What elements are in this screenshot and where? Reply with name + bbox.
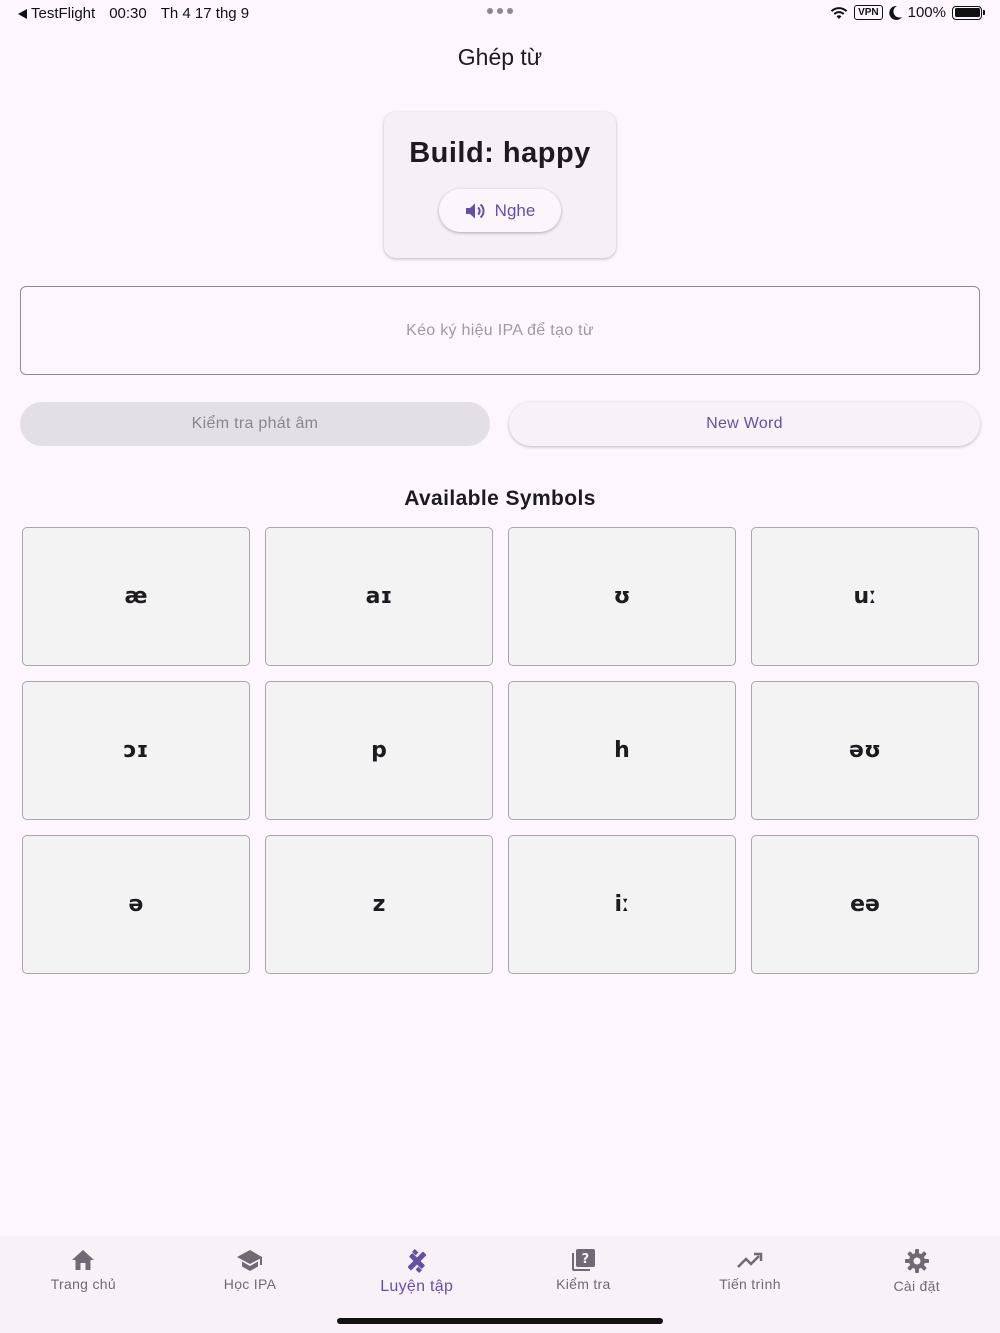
back-to-app-link[interactable]: TestFlight <box>18 5 95 22</box>
nav-item-label: Tiến trình <box>719 1276 781 1292</box>
symbols-grid: æ aɪ ʊ uː ɔɪ p h əʊ ə z iː eə <box>22 527 979 974</box>
battery-percent: 100% <box>907 4 946 21</box>
symbol-tile[interactable]: h <box>508 681 736 820</box>
nav-item-home[interactable]: Trang chủ <box>0 1236 167 1333</box>
fitness-icon <box>407 1248 426 1274</box>
symbol-tile[interactable]: ə <box>22 835 250 974</box>
symbol-tile[interactable]: ʊ <box>508 527 736 666</box>
new-word-label: New Word <box>706 415 783 432</box>
wifi-icon <box>830 6 848 19</box>
symbol-tile[interactable]: p <box>265 681 493 820</box>
nav-item-label: Kiểm tra <box>556 1276 611 1292</box>
volume-icon <box>465 203 485 218</box>
page-title: Ghép từ <box>457 44 543 70</box>
trending-up-icon <box>737 1252 763 1268</box>
target-word-title: Build: happy <box>409 137 591 169</box>
moon-icon <box>888 5 902 20</box>
home-icon <box>72 1250 95 1270</box>
symbol-tile[interactable]: z <box>265 835 493 974</box>
check-pronunciation-label: Kiểm tra phát âm <box>191 415 319 432</box>
listen-label: Nghe <box>494 200 536 220</box>
symbol-tile[interactable]: ɔɪ <box>22 681 250 820</box>
status-time: 00:30 <box>109 5 147 22</box>
ipa-drop-zone[interactable]: Kéo ký hiệu IPA để tạo từ <box>20 286 980 375</box>
nav-item-label: Luyện tập <box>380 1278 454 1295</box>
target-word-card: Build: happy Nghe <box>384 112 616 258</box>
symbol-tile[interactable]: eə <box>751 835 979 974</box>
status-date: Th 4 17 thg 9 <box>160 5 250 22</box>
available-symbols-title: Available Symbols <box>404 487 596 510</box>
nav-item-label: Cài đặt <box>893 1278 940 1294</box>
battery-icon <box>952 5 985 20</box>
nav-item-progress[interactable]: Tiến trình <box>667 1236 834 1333</box>
back-app-label: TestFlight <box>31 5 96 22</box>
svg-text:?: ? <box>582 1252 590 1267</box>
symbol-tile[interactable]: iː <box>508 835 736 974</box>
status-bar: TestFlight 00:30 Th 4 17 thg 9 VPN 100% <box>0 0 1000 28</box>
nav-item-label: Trang chủ <box>50 1276 116 1292</box>
quiz-icon: ? <box>572 1249 596 1271</box>
listen-button[interactable]: Nghe <box>439 189 561 232</box>
vpn-badge: VPN <box>854 5 883 20</box>
symbol-tile[interactable]: uː <box>751 527 979 666</box>
check-pronunciation-button[interactable]: Kiểm tra phát âm <box>20 402 490 446</box>
multitasking-dots-icon[interactable] <box>487 8 513 14</box>
gear-icon <box>904 1249 929 1273</box>
symbol-tile[interactable]: æ <box>22 527 250 666</box>
symbol-tile[interactable]: aɪ <box>265 527 493 666</box>
new-word-button[interactable]: New Word <box>509 402 980 446</box>
back-triangle-icon <box>18 8 27 19</box>
drop-zone-placeholder: Kéo ký hiệu IPA để tạo từ <box>406 321 594 339</box>
symbol-tile[interactable]: əʊ <box>751 681 979 820</box>
nav-item-settings[interactable]: Cài đặt <box>833 1236 1000 1333</box>
nav-item-learn-ipa[interactable]: Học IPA <box>167 1236 334 1333</box>
home-indicator[interactable] <box>337 1318 663 1324</box>
nav-item-label: Học IPA <box>223 1276 277 1292</box>
school-icon <box>237 1250 262 1271</box>
